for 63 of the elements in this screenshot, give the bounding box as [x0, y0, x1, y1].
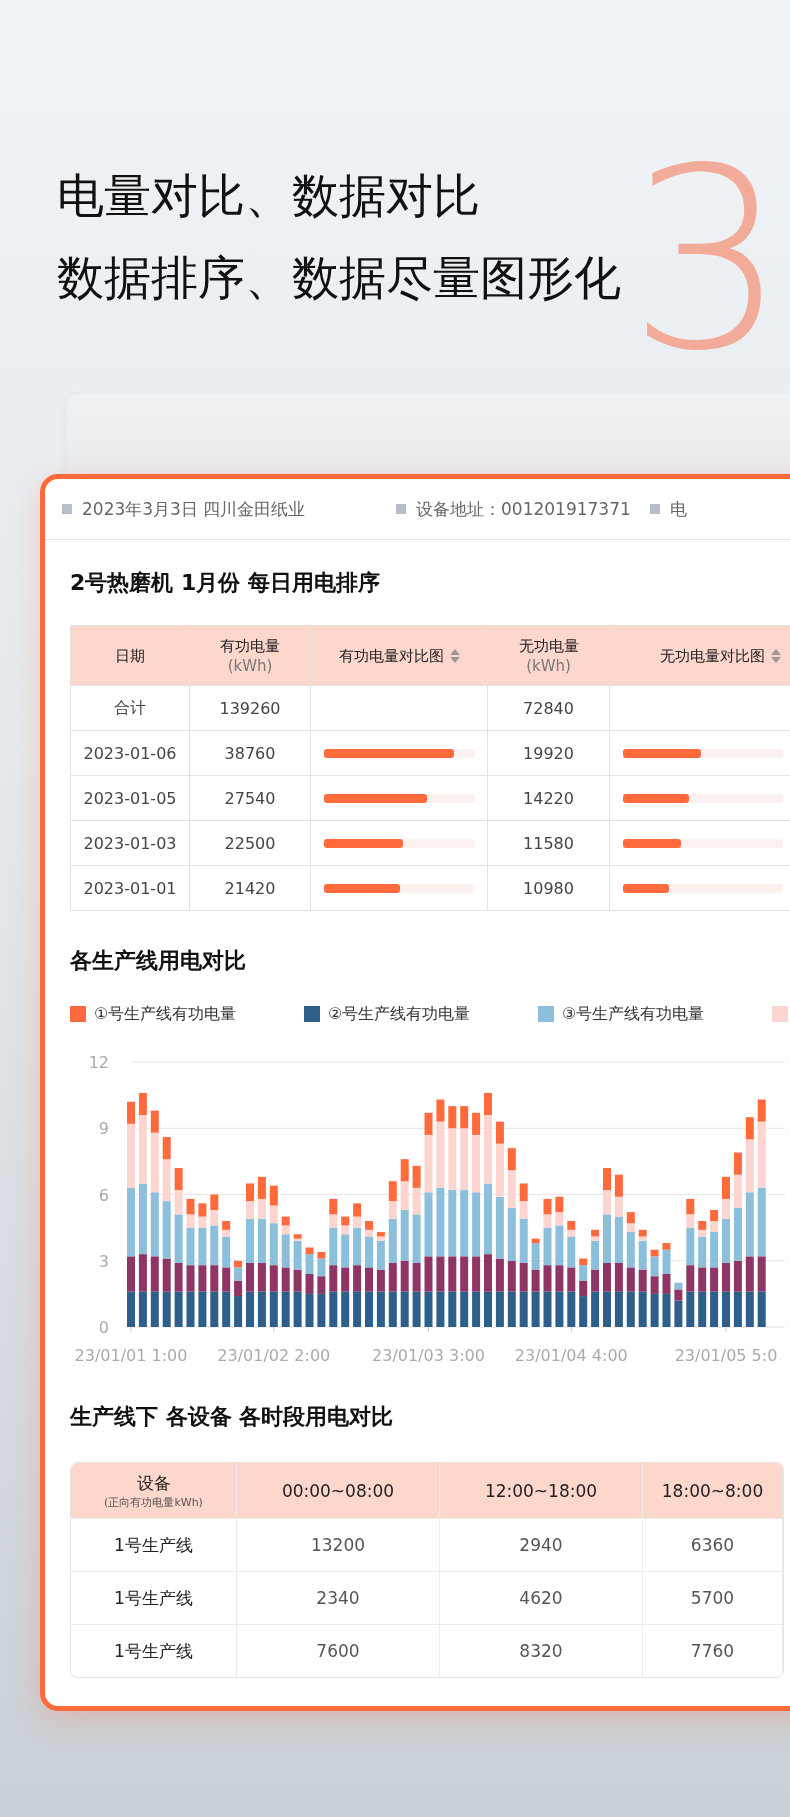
value-text: 21420: [224, 878, 276, 898]
big-number: 3: [628, 135, 788, 385]
axis-label: 23/01/02 2:00: [217, 1346, 331, 1365]
column-label: 有功电量对比图: [338, 645, 444, 666]
section-title: 各生产线用电对比: [70, 947, 247, 975]
total-label: 合计: [114, 697, 146, 719]
axis-label: 3: [98, 1251, 109, 1271]
value-text: 7760: [690, 1641, 735, 1661]
axis-label: 23/01/01 1:00: [74, 1346, 188, 1365]
value-text: 2340: [316, 1588, 360, 1608]
table-header-cell[interactable]: 无功电量对比图: [610, 626, 790, 686]
info-text: 电: [670, 497, 687, 521]
unit-label: (正向有功电量kWh): [104, 1494, 203, 1510]
section-title: 生产线下 各设备 各时段用电对比: [70, 1403, 395, 1431]
total-value: 72840: [523, 698, 574, 718]
axis-label: 12: [88, 1053, 109, 1072]
value-text: 8320: [519, 1641, 563, 1661]
value-text: 11580: [523, 833, 574, 853]
value-text: 14220: [523, 788, 574, 808]
column-label: 无功电量对比图: [659, 645, 765, 666]
headline: 电量对比、数据对比: [57, 167, 480, 225]
legend-label: ③号生产线有功电量: [562, 1003, 705, 1025]
value-text: 4620: [519, 1588, 563, 1608]
date-text: 2023-01-05: [83, 788, 177, 808]
axis-label: 23/01/04 4:00: [514, 1346, 628, 1365]
value-text: 7600: [316, 1641, 360, 1661]
column-label: 00:00~08:00: [281, 1480, 395, 1501]
value-text: 22500: [224, 833, 276, 853]
value-text: 10980: [523, 878, 574, 898]
column-label: 有功电量: [220, 635, 280, 656]
value-text: 27540: [224, 788, 276, 808]
unit-label: (kWh): [526, 655, 571, 676]
device-name: 1号生产线: [114, 1639, 193, 1663]
axis-label: 23/01/05 5:0: [674, 1346, 778, 1365]
value-text: 38760: [224, 743, 276, 763]
value-text: 2940: [519, 1535, 563, 1555]
table-header-cell[interactable]: 有功电量对比图: [311, 626, 488, 686]
value-text: 13200: [310, 1535, 366, 1555]
value-text: 6360: [690, 1535, 735, 1555]
section-title: 2号热磨机 1月份 每日用电排序: [70, 569, 381, 597]
date-text: 2023-01-01: [83, 878, 177, 898]
column-label: 12:00~18:00: [484, 1480, 598, 1501]
total-value: 139260: [219, 698, 281, 718]
device-name: 1号生产线: [114, 1533, 193, 1557]
column-label: 18:00~8:00: [661, 1480, 764, 1501]
date-text: 2023-01-03: [83, 833, 177, 853]
column-label: 无功电量: [518, 635, 579, 656]
headline: 数据排序、数据尽量图形化: [57, 249, 621, 307]
legend-label: ①号生产线有功电量: [94, 1003, 237, 1025]
column-label: 设备: [136, 1471, 171, 1495]
axis-label: 9: [98, 1119, 109, 1139]
column-label: 日期: [115, 645, 145, 666]
info-text: 2023年3月3日 四川金田纸业: [82, 497, 306, 521]
axis-label: 0: [98, 1318, 109, 1337]
device-name: 1号生产线: [114, 1586, 193, 1610]
unit-label: (kWh): [227, 655, 273, 676]
axis-label: 6: [98, 1185, 109, 1205]
value-text: 19920: [523, 743, 574, 763]
legend-label: ②号生产线有功电量: [328, 1003, 471, 1025]
value-text: 5700: [690, 1588, 735, 1608]
axis-label: 23/01/03 3:00: [372, 1346, 485, 1365]
info-text: 设备地址：001201917371: [416, 497, 631, 521]
date-text: 2023-01-06: [83, 743, 177, 763]
